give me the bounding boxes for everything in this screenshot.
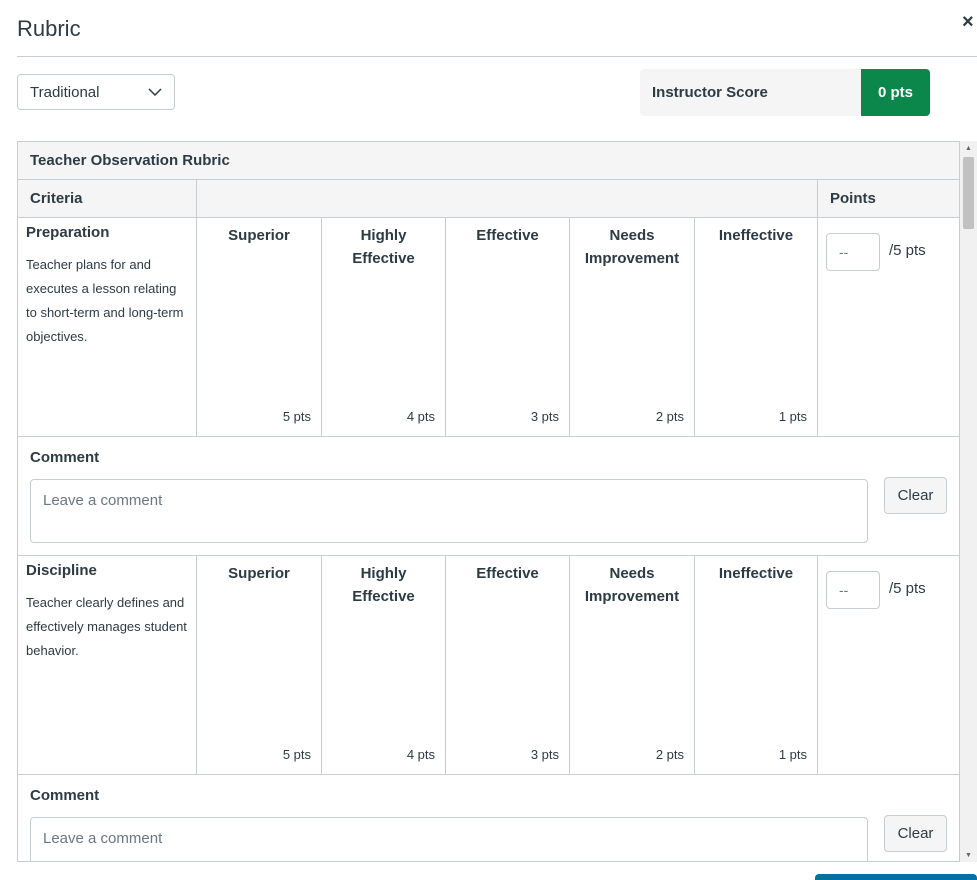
- rating-name: Needs Improvement: [584, 227, 680, 267]
- criterion-row-preparation: Preparation Teacher plans for and execut…: [18, 218, 959, 437]
- rating-points: 5 pts: [282, 747, 311, 762]
- header-divider: [17, 56, 977, 57]
- rubric-title: Teacher Observation Rubric: [30, 152, 230, 169]
- rating-ineffective[interactable]: Ineffective 1 pts: [695, 218, 818, 436]
- rubric-title-bar: Teacher Observation Rubric: [18, 142, 959, 180]
- view-select-value: Traditional: [30, 84, 100, 101]
- criterion-info: Preparation Teacher plans for and execut…: [18, 218, 197, 436]
- rating-needs-improvement[interactable]: Needs Improvement 2 pts: [570, 556, 695, 774]
- footer-primary-button[interactable]: [815, 874, 977, 880]
- points-max: /5 pts: [889, 242, 926, 259]
- rating-highly-effective[interactable]: Highly Effective 4 pts: [322, 556, 446, 774]
- view-select[interactable]: Traditional: [17, 74, 175, 110]
- criteria-header: Criteria: [30, 190, 83, 207]
- rating-effective[interactable]: Effective 3 pts: [446, 218, 570, 436]
- comment-input[interactable]: [30, 479, 868, 543]
- criterion-info: Discipline Teacher clearly defines and e…: [18, 556, 197, 774]
- instructor-score: Instructor Score 0 pts: [640, 69, 930, 116]
- rubric-table: Teacher Observation Rubric Criteria Poin…: [17, 141, 960, 862]
- rating-points: 5 pts: [282, 409, 311, 424]
- points-cell: /5 pts: [818, 218, 959, 436]
- instructor-score-value: 0 pts: [861, 69, 930, 116]
- points-cell: /5 pts: [818, 556, 959, 774]
- rating-name: Effective: [476, 227, 539, 244]
- header-separator: [196, 180, 197, 217]
- rating-name: Superior: [228, 227, 290, 244]
- comment-input[interactable]: [30, 817, 868, 861]
- rating-name: Ineffective: [718, 227, 794, 244]
- criterion-row-discipline: Discipline Teacher clearly defines and e…: [18, 556, 959, 775]
- comment-row: Comment Clear: [18, 437, 959, 556]
- rating-name: Effective: [476, 565, 539, 582]
- comment-row: Comment Clear: [18, 775, 959, 861]
- page-title: Rubric: [17, 16, 81, 41]
- rating-points: 2 pts: [655, 409, 684, 424]
- rating-superior[interactable]: Superior 5 pts: [197, 218, 322, 436]
- close-icon[interactable]: ×: [962, 10, 977, 34]
- rating-points: 3 pts: [530, 409, 559, 424]
- rating-ineffective[interactable]: Ineffective 1 pts: [695, 556, 818, 774]
- rating-effective[interactable]: Effective 3 pts: [446, 556, 570, 774]
- comment-label: Comment: [30, 449, 100, 466]
- rating-highly-effective[interactable]: Highly Effective 4 pts: [322, 218, 446, 436]
- rating-name: Highly Effective: [352, 227, 415, 267]
- chevron-down-icon: [148, 88, 162, 97]
- points-input[interactable]: [826, 233, 880, 271]
- criterion-name: Preparation: [26, 224, 110, 241]
- rating-name: Needs Improvement: [584, 565, 680, 605]
- clear-button[interactable]: Clear: [884, 815, 947, 852]
- rating-points: 3 pts: [530, 747, 559, 762]
- scroll-up-icon[interactable]: ▲: [960, 141, 977, 155]
- scroll-thumb[interactable]: [963, 157, 974, 229]
- instructor-score-label: Instructor Score: [652, 84, 768, 101]
- rating-superior[interactable]: Superior 5 pts: [197, 556, 322, 774]
- rating-points: 4 pts: [406, 409, 435, 424]
- clear-button[interactable]: Clear: [884, 477, 947, 514]
- rating-name: Highly Effective: [352, 565, 415, 605]
- criterion-name: Discipline: [26, 562, 97, 579]
- vertical-scrollbar[interactable]: ▲ ▼: [960, 141, 977, 862]
- rating-name: Ineffective: [718, 565, 794, 582]
- points-max: /5 pts: [889, 580, 926, 597]
- header-separator: [817, 180, 818, 217]
- rating-points: 2 pts: [655, 747, 684, 762]
- rating-points: 4 pts: [406, 747, 435, 762]
- rating-needs-improvement[interactable]: Needs Improvement 2 pts: [570, 218, 695, 436]
- rating-points: 1 pts: [778, 747, 807, 762]
- criterion-description: Teacher clearly defines and effectively …: [26, 595, 187, 658]
- points-input[interactable]: [826, 571, 880, 609]
- rubric-column-header: Criteria Points: [18, 180, 959, 218]
- scroll-down-icon[interactable]: ▼: [960, 848, 977, 862]
- rating-name: Superior: [228, 565, 290, 582]
- points-header: Points: [830, 190, 876, 207]
- criterion-description: Teacher plans for and executes a lesson …: [26, 257, 184, 344]
- rating-points: 1 pts: [778, 409, 807, 424]
- comment-label: Comment: [30, 787, 100, 804]
